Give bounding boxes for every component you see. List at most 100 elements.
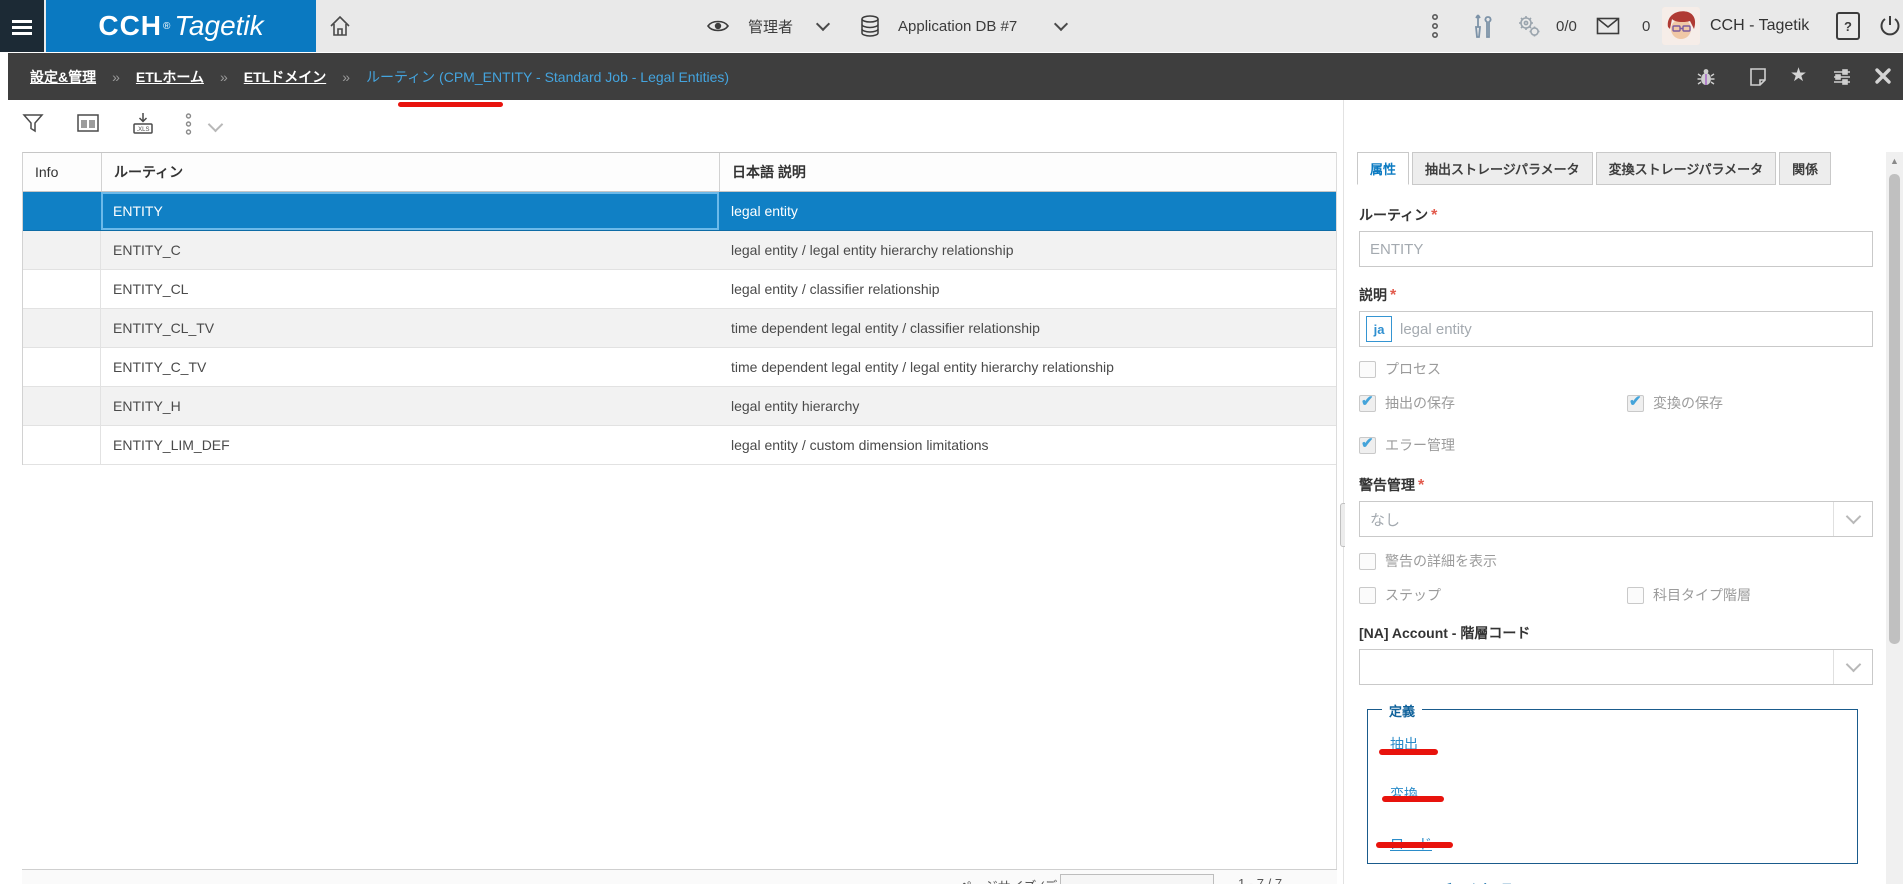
panel-scrollbar[interactable]: ▲: [1886, 152, 1903, 884]
view-eye-icon[interactable]: [706, 0, 730, 52]
description-cell[interactable]: legal entity hierarchy: [719, 387, 1336, 425]
job-counter-badge[interactable]: 0/0: [1556, 0, 1577, 52]
save-extract-checkbox[interactable]: ✔: [1359, 395, 1376, 412]
account-hierarchy-code-select[interactable]: [1359, 649, 1873, 685]
message-counter-badge[interactable]: 0: [1642, 0, 1650, 52]
tab-extract-storage-params[interactable]: 抽出ストレージパラメータ: [1412, 152, 1593, 185]
description-cell[interactable]: legal entity / classifier relationship: [719, 270, 1336, 308]
error-management-checkbox-label: エラー管理: [1385, 435, 1455, 455]
breadcrumb-item-etl-domain[interactable]: ETLドメイン: [244, 67, 326, 87]
description-input[interactable]: ja legal entity: [1359, 311, 1873, 347]
table-row[interactable]: ENTITY_CL_TV time dependent legal entity…: [23, 309, 1336, 348]
warning-management-select[interactable]: なし: [1359, 501, 1873, 537]
new-document-icon[interactable]: [1748, 67, 1768, 87]
routine-field-label: ルーティン: [1359, 207, 1428, 223]
data-processing-label: データ処理: [1437, 880, 1512, 884]
tab-attributes[interactable]: 属性: [1357, 152, 1409, 185]
warning-management-label: 警告管理: [1359, 477, 1415, 493]
process-checkbox[interactable]: [1359, 361, 1376, 378]
description-field-label: 説明: [1359, 287, 1387, 303]
table-row[interactable]: ENTITY_C legal entity / legal entity hie…: [23, 231, 1336, 270]
description-cell[interactable]: legal entity: [719, 192, 1336, 230]
export-xls-icon[interactable]: .XLS: [130, 112, 156, 141]
table-row[interactable]: ENTITY_LIM_DEF legal entity / custom dim…: [23, 426, 1336, 465]
data-processing-section-toggle[interactable]: ▼ データ処理: [1418, 880, 1873, 884]
process-checkbox-label: プロセス: [1385, 359, 1441, 379]
annotation-underline-breadcrumb: [398, 102, 503, 107]
description-cell[interactable]: legal entity / legal entity hierarchy re…: [719, 231, 1336, 269]
description-cell[interactable]: legal entity / custom dimension limitati…: [719, 426, 1336, 464]
top-bar: CCH®Tagetik 管理者 Application DB #7: [0, 0, 1903, 52]
account-name-label[interactable]: CCH - Tagetik: [1710, 0, 1809, 52]
save-transform-checkbox-label: 変換の保存: [1653, 393, 1723, 413]
annotation-underline-extract: [1379, 749, 1438, 755]
checkmark-icon: ✔: [1361, 392, 1374, 410]
user-role-label[interactable]: 管理者: [748, 0, 793, 52]
envelope-icon[interactable]: [1596, 0, 1620, 52]
breadcrumb-item-settings[interactable]: 設定&管理: [30, 67, 96, 87]
breadcrumb-separator: »: [220, 69, 228, 85]
routine-cell[interactable]: ENTITY_CL: [101, 270, 719, 308]
description-cell[interactable]: time dependent legal entity / classifier…: [719, 309, 1336, 347]
table-row[interactable]: ENTITY_CL legal entity / classifier rela…: [23, 270, 1336, 309]
routine-cell[interactable]: ENTITY_CL_TV: [101, 309, 719, 347]
kebab-menu-icon[interactable]: [1430, 0, 1440, 52]
database-icon[interactable]: [858, 0, 882, 52]
table-row[interactable]: ENTITY_C_TV time dependent legal entity …: [23, 348, 1336, 387]
show-warning-details-checkbox[interactable]: [1359, 553, 1376, 570]
panel-divider: [1343, 100, 1344, 884]
power-logout-icon[interactable]: [1878, 0, 1902, 52]
routine-cell[interactable]: ENTITY_C: [101, 231, 719, 269]
step-checkbox[interactable]: [1359, 587, 1376, 604]
required-asterisk: *: [1418, 477, 1424, 494]
breadcrumb-separator: »: [342, 69, 350, 85]
database-selector-label[interactable]: Application DB #7: [898, 0, 1017, 52]
save-transform-checkbox[interactable]: ✔: [1627, 395, 1644, 412]
scroll-up-arrow-icon[interactable]: ▲: [1886, 156, 1903, 166]
column-header-info[interactable]: Info: [23, 153, 101, 191]
tab-transform-storage-params[interactable]: 変換ストレージパラメータ: [1596, 152, 1777, 185]
tab-relations[interactable]: 関係: [1779, 152, 1831, 185]
checkmark-icon: ✔: [1629, 392, 1642, 410]
home-icon[interactable]: [328, 0, 352, 52]
routine-cell[interactable]: ENTITY_H: [101, 387, 719, 425]
table-row[interactable]: ENTITY legal entity: [23, 192, 1336, 231]
error-management-checkbox[interactable]: ✔: [1359, 437, 1376, 454]
gears-icon[interactable]: [1516, 0, 1542, 52]
hamburger-menu-icon[interactable]: [0, 0, 44, 52]
more-options-icon[interactable]: [184, 112, 193, 141]
settings-sliders-icon[interactable]: [1832, 67, 1852, 87]
page-size-select[interactable]: [1060, 874, 1214, 884]
account-type-hierarchy-label: 科目タイプ階層: [1653, 585, 1751, 605]
chevron-down-icon[interactable]: [210, 117, 221, 135]
routine-cell[interactable]: ENTITY_C_TV: [101, 348, 719, 386]
routine-cell[interactable]: ENTITY: [101, 192, 719, 230]
chevron-down-icon[interactable]: [1056, 0, 1066, 52]
avatar[interactable]: [1662, 0, 1700, 52]
logo-tagetik: Tagetik: [174, 10, 263, 42]
close-icon[interactable]: [1874, 67, 1894, 87]
description-cell[interactable]: time dependent legal entity / legal enti…: [719, 348, 1336, 386]
filter-icon[interactable]: [22, 112, 44, 139]
breadcrumb-current-page[interactable]: ルーティン (CPM_ENTITY - Standard Job - Legal…: [366, 67, 729, 87]
chevron-down-icon[interactable]: [1833, 502, 1872, 536]
chevron-down-icon[interactable]: [1833, 650, 1872, 684]
debug-bug-icon[interactable]: [1696, 67, 1716, 87]
language-badge[interactable]: ja: [1366, 316, 1392, 342]
breadcrumb-item-etl-home[interactable]: ETLホーム: [136, 67, 204, 87]
panel-scrollbar-thumb[interactable]: [1889, 174, 1900, 644]
account-type-hierarchy-checkbox[interactable]: [1627, 587, 1644, 604]
grid-toolbar: .XLS: [0, 100, 1343, 146]
save-extract-checkbox-label: 抽出の保存: [1385, 393, 1455, 413]
columns-layout-icon[interactable]: [76, 112, 100, 139]
column-header-description[interactable]: 日本語 説明: [719, 153, 1336, 191]
routine-cell[interactable]: ENTITY_LIM_DEF: [101, 426, 719, 464]
breadcrumb: 設定&管理 » ETLホーム » ETLドメイン » ルーティン (CPM_EN…: [8, 53, 1903, 100]
tools-icon[interactable]: [1472, 0, 1494, 52]
column-header-routine[interactable]: ルーティン: [101, 153, 719, 191]
table-row[interactable]: ENTITY_H legal entity hierarchy: [23, 387, 1336, 426]
chevron-down-icon[interactable]: [818, 0, 828, 52]
help-icon[interactable]: ?: [1836, 0, 1860, 52]
favorite-star-icon[interactable]: ★: [1790, 64, 1810, 84]
annotation-underline-transform: [1382, 796, 1444, 802]
